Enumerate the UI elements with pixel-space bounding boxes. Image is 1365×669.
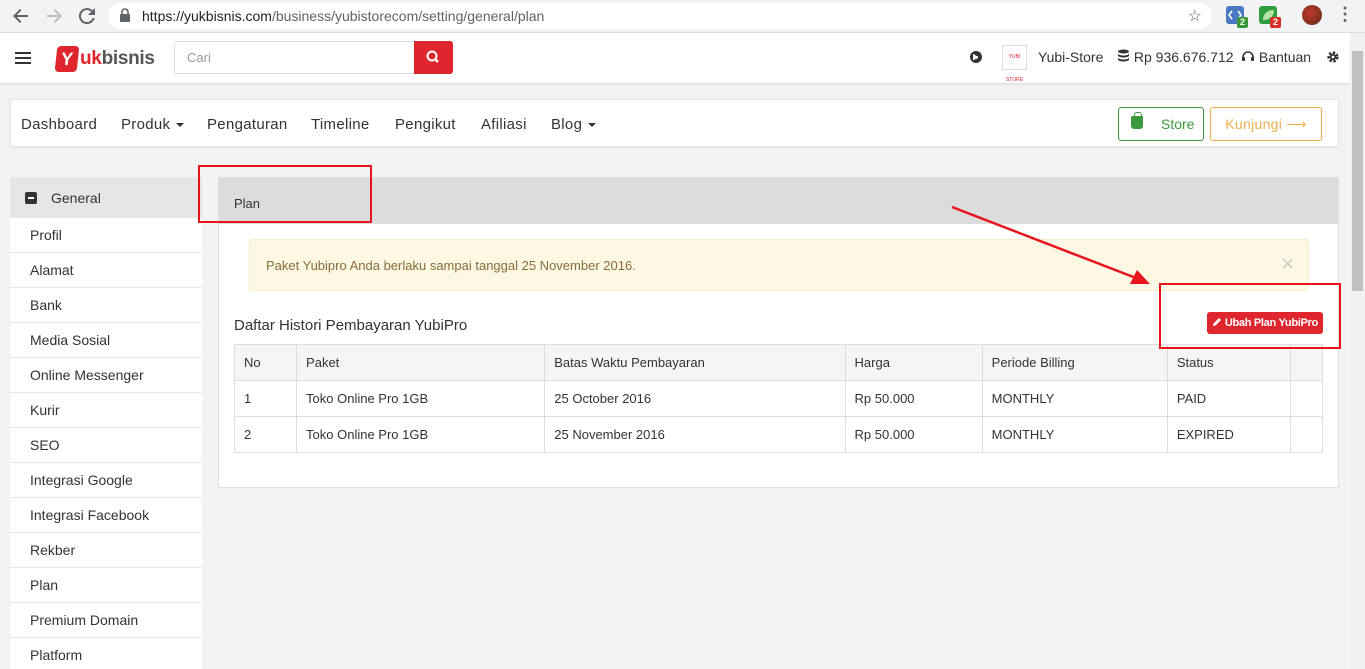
sidebar-item-platform[interactable]: Platform bbox=[10, 638, 202, 669]
sidebar-item-integrasi-google[interactable]: Integrasi Google bbox=[10, 463, 202, 498]
table-row: 2 Toko Online Pro 1GB 25 November 2016 R… bbox=[233, 416, 1324, 453]
nav-pengaturan[interactable]: Pengaturan bbox=[207, 116, 288, 133]
nav-blog-label: Blog bbox=[551, 116, 583, 133]
help-label: Bantuan bbox=[1258, 49, 1312, 65]
sidebar-section-label: General bbox=[51, 190, 101, 206]
caret-down-icon bbox=[176, 123, 185, 128]
extension-code-icon[interactable]: 2 bbox=[1226, 6, 1248, 28]
search-icon bbox=[426, 50, 439, 63]
search-input[interactable]: Cari bbox=[174, 41, 415, 74]
table-cell: Rp 50.000 bbox=[844, 416, 983, 453]
table-header-row: No Paket Batas Waktu Pembayaran Harga Pe… bbox=[233, 344, 1324, 381]
headset-icon bbox=[1242, 51, 1254, 61]
sidebar-item-profil[interactable]: Profil bbox=[10, 218, 202, 253]
history-title: Daftar Histori Pembayaran YubiPro bbox=[234, 317, 468, 334]
logo-mark: Y bbox=[54, 46, 80, 72]
address-bar[interactable]: https://yukbisnis.com/business/yubistore… bbox=[108, 3, 1212, 29]
nav-produk-label: Produk bbox=[121, 116, 171, 133]
table-cell: Toko Online Pro 1GB bbox=[296, 380, 546, 417]
table-cell: 25 October 2016 bbox=[544, 380, 846, 417]
column-header: No bbox=[233, 344, 298, 381]
store-logo[interactable]: YUBI STORE bbox=[1002, 45, 1027, 83]
table-cell: Rp 50.000 bbox=[844, 380, 983, 417]
sidebar-item-media-sosial[interactable]: Media Sosial bbox=[10, 323, 202, 358]
panel-header: Plan bbox=[219, 178, 1338, 224]
sidebar-item-rekber[interactable]: Rekber bbox=[10, 533, 202, 568]
table-cell: MONTHLY bbox=[981, 380, 1168, 417]
sidebar-item-plan[interactable]: Plan bbox=[10, 568, 202, 603]
table-cell: 25 November 2016 bbox=[544, 416, 846, 453]
database-icon bbox=[1118, 49, 1129, 62]
search-button[interactable] bbox=[414, 41, 453, 74]
table-cell: EXPIRED bbox=[1166, 416, 1291, 453]
logo-text: ukbisnis bbox=[80, 48, 155, 69]
nav-produk[interactable]: Produk bbox=[121, 116, 185, 133]
url-text: https://yukbisnis.com/business/yubistore… bbox=[142, 8, 545, 24]
table-cell: Toko Online Pro 1GB bbox=[296, 416, 546, 453]
caret-down-icon bbox=[588, 123, 597, 128]
balance-amount: Rp 936.676.712 bbox=[1133, 49, 1234, 65]
nav-afiliasi[interactable]: Afiliasi bbox=[481, 116, 527, 133]
page-scrollbar[interactable] bbox=[1350, 33, 1365, 669]
settings-sidebar: General Profil Alamat Bank Media Sosial … bbox=[10, 177, 202, 669]
collapse-minus-icon bbox=[25, 192, 37, 204]
table-cell: PAID bbox=[1166, 380, 1291, 417]
sidebar-item-seo[interactable]: SEO bbox=[10, 428, 202, 463]
table-cell bbox=[1289, 416, 1324, 453]
browser-toolbar: https://yukbisnis.com/business/yubistore… bbox=[0, 0, 1365, 33]
bookmark-star-icon[interactable]: ☆ bbox=[1188, 6, 1202, 26]
shopping-bag-icon bbox=[1131, 112, 1143, 129]
column-header: Batas Waktu Pembayaran bbox=[544, 344, 846, 381]
close-icon[interactable]: × bbox=[1281, 252, 1294, 276]
settings-gear-icon[interactable] bbox=[1326, 47, 1340, 67]
table-row: 1 Toko Online Pro 1GB 25 October 2016 Rp… bbox=[233, 380, 1324, 417]
sidebar-item-alamat[interactable]: Alamat bbox=[10, 253, 202, 288]
scrollbar-thumb[interactable] bbox=[1352, 51, 1363, 291]
store-button-label: Store bbox=[1161, 116, 1195, 132]
sidebar-item-bank[interactable]: Bank bbox=[10, 288, 202, 323]
globe-icon[interactable] bbox=[969, 47, 983, 67]
help-link[interactable]: Bantuan bbox=[1241, 47, 1311, 67]
back-arrow-icon[interactable] bbox=[9, 4, 33, 28]
table-cell: MONTHLY bbox=[981, 416, 1168, 453]
table-cell: 1 bbox=[233, 380, 298, 417]
app-header: Y ukbisnis Cari YUBI STORE Yubi-Store Rp… bbox=[0, 33, 1350, 84]
store-button[interactable]: Store bbox=[1118, 107, 1204, 141]
sidebar-item-premium-domain[interactable]: Premium Domain bbox=[10, 603, 202, 638]
profile-avatar[interactable] bbox=[1302, 5, 1322, 25]
balance-display[interactable]: Rp 936.676.712 bbox=[1117, 47, 1234, 67]
lock-icon bbox=[120, 8, 130, 22]
nav-blog[interactable]: Blog bbox=[551, 116, 597, 133]
nav-dashboard[interactable]: Dashboard bbox=[21, 116, 97, 133]
reload-icon[interactable] bbox=[75, 4, 99, 28]
annotation-highlight-plan-title bbox=[198, 165, 372, 223]
extension-badge: 2 bbox=[1270, 17, 1281, 28]
sidebar-item-kurir[interactable]: Kurir bbox=[10, 393, 202, 428]
alert-message: Paket Yubipro Anda berlaku sampai tangga… bbox=[266, 258, 636, 273]
nav-timeline[interactable]: Timeline bbox=[311, 116, 370, 133]
browser-menu-icon[interactable]: ⋮ bbox=[1336, 4, 1354, 25]
column-header: Harga bbox=[844, 344, 983, 381]
sidebar-item-integrasi-facebook[interactable]: Integrasi Facebook bbox=[10, 498, 202, 533]
table-cell: 2 bbox=[233, 416, 298, 453]
extension-badge: 2 bbox=[1237, 17, 1248, 28]
sidebar-section-general[interactable]: General bbox=[10, 177, 202, 218]
table-cell bbox=[1289, 380, 1324, 417]
column-header bbox=[1289, 344, 1324, 381]
payment-history-table: No Paket Batas Waktu Pembayaran Harga Pe… bbox=[233, 344, 1324, 453]
column-header: Paket bbox=[296, 344, 546, 381]
visit-store-button[interactable]: Kunjungi ⟶ bbox=[1210, 107, 1322, 141]
nav-pengikut[interactable]: Pengikut bbox=[395, 116, 456, 133]
annotation-highlight-change-plan bbox=[1159, 283, 1341, 349]
main-navigation: Dashboard Produk Pengaturan Timeline Pen… bbox=[10, 99, 1339, 147]
column-header: Periode Billing bbox=[981, 344, 1168, 381]
plan-expiry-alert: Paket Yubipro Anda berlaku sampai tangga… bbox=[249, 239, 1309, 291]
extension-leaf-icon[interactable]: 2 bbox=[1259, 6, 1281, 28]
column-header: Status bbox=[1166, 344, 1291, 381]
yukbisnis-logo[interactable]: Y ukbisnis bbox=[54, 44, 155, 74]
sidebar-item-online-messenger[interactable]: Online Messenger bbox=[10, 358, 202, 393]
forward-arrow-icon[interactable] bbox=[42, 4, 66, 28]
hamburger-menu-icon[interactable] bbox=[15, 52, 31, 64]
store-name[interactable]: Yubi-Store bbox=[1038, 47, 1103, 67]
